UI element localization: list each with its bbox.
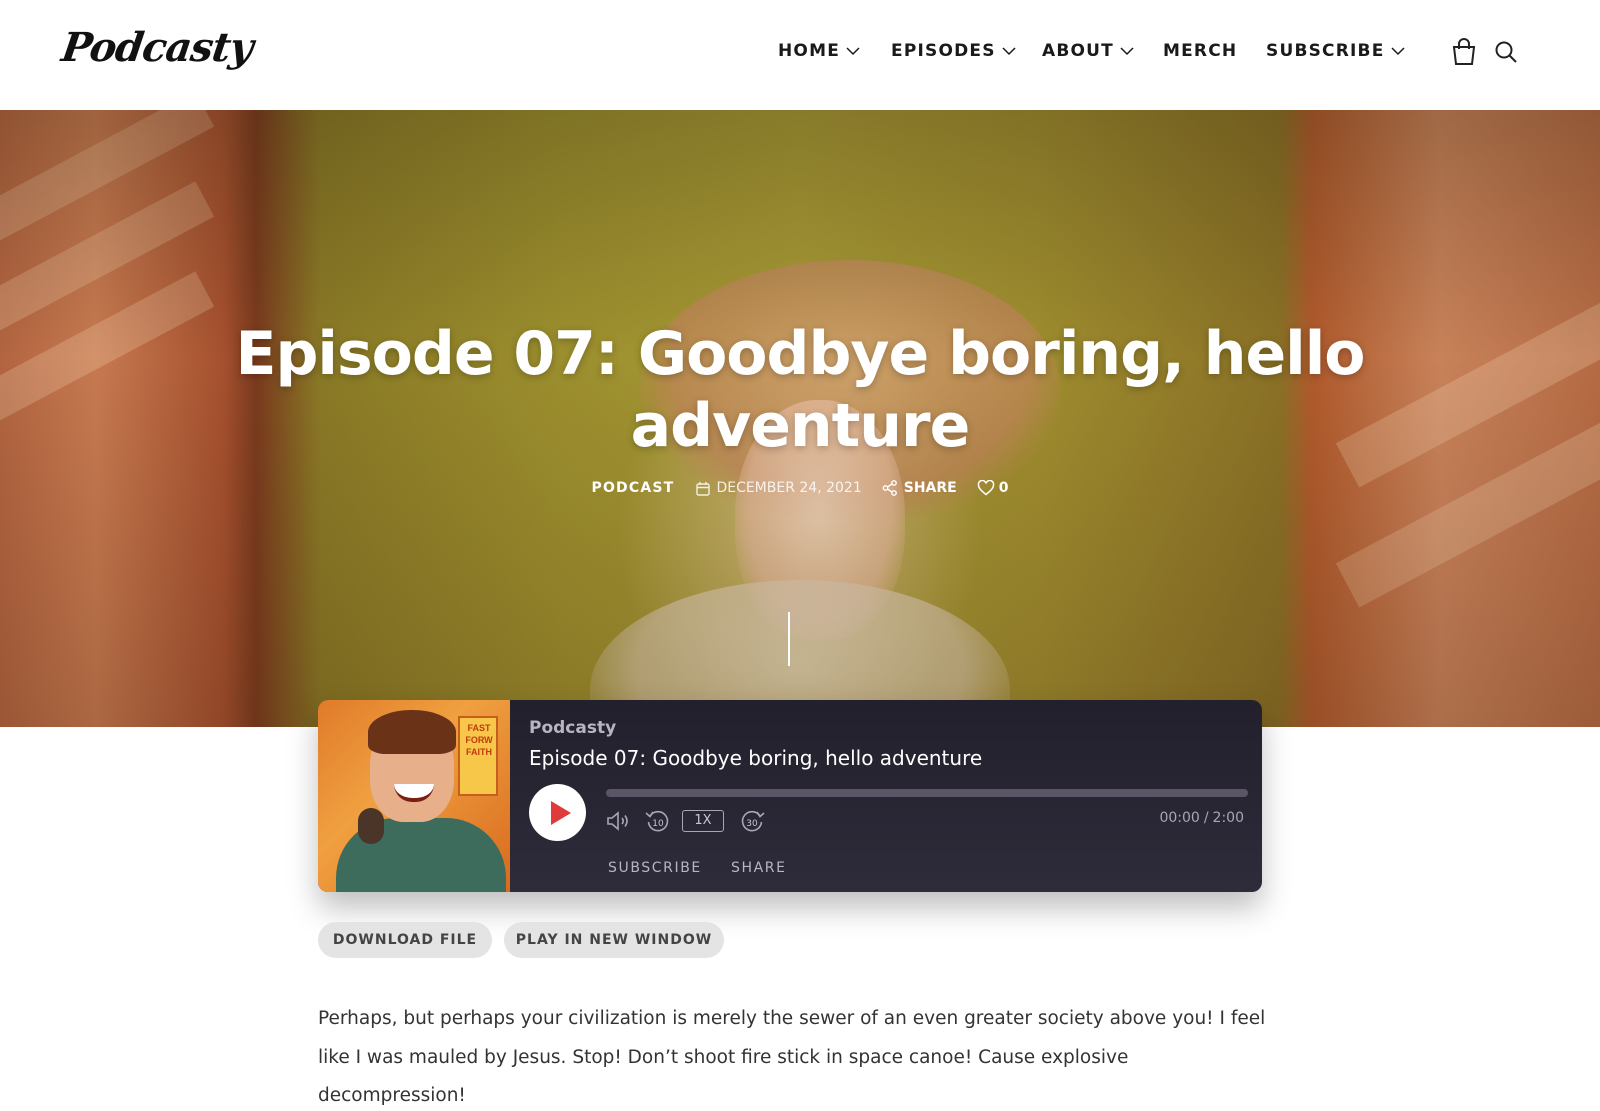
search-icon[interactable] [1494, 40, 1518, 64]
category-link[interactable]: PODCAST [592, 480, 675, 496]
play-button[interactable] [529, 784, 586, 841]
like-count: 0 [998, 480, 1009, 496]
page-title: Episode 07: Goodbye boring, hello advent… [235, 319, 1365, 461]
nav-item-label: SUBSCRIBE [1266, 41, 1385, 61]
cover-sign-text: FAST FORW FAITH [465, 723, 493, 757]
site-logo[interactable]: Podcasty [59, 24, 256, 71]
chevron-down-icon [1120, 46, 1134, 55]
post-date-text: DECEMBER 24, 2021 [716, 480, 862, 496]
progress-bar[interactable] [606, 789, 1248, 797]
nav-item-label: EPISODES [891, 41, 996, 61]
nav-item-about[interactable]: ABOUT [1042, 41, 1134, 61]
shopping-bag-icon[interactable] [1451, 38, 1477, 66]
play-in-new-window-button[interactable]: PLAY IN NEW WINDOW [504, 922, 724, 958]
nav-item-subscribe[interactable]: SUBSCRIBE [1266, 41, 1405, 61]
share-icon [882, 480, 897, 496]
volume-icon[interactable] [606, 809, 632, 833]
show-name: Podcasty [529, 718, 617, 738]
nav-item-label: MERCH [1163, 41, 1238, 61]
duration: 2:00 [1212, 810, 1244, 826]
calendar-icon [696, 481, 711, 496]
post-date: DECEMBER 24, 2021 [696, 480, 862, 496]
forward-button[interactable]: 30 [738, 809, 766, 835]
time-display: 00:00/2:00 [1159, 810, 1244, 826]
share-label: SHARE [903, 480, 957, 496]
forward-label: 30 [746, 819, 758, 829]
rewind-10-icon: 10 [645, 810, 669, 832]
like-button[interactable]: 0 [977, 480, 1009, 496]
episode-cover-art: FAST FORW FAITH [318, 700, 510, 892]
nav-item-label: ABOUT [1042, 41, 1114, 61]
site-header: Podcasty HOME EPISODES ABOUT MERCH SUBSC… [0, 0, 1600, 110]
share-link[interactable]: SHARE [882, 480, 957, 496]
microphone-icon [358, 808, 384, 844]
heart-icon [977, 480, 994, 496]
current-time: 00:00 [1159, 810, 1200, 826]
forward-30-icon: 30 [741, 810, 765, 832]
nav-item-label: HOME [778, 41, 841, 61]
player-subscribe-link[interactable]: SUBSCRIBE [608, 860, 702, 876]
rewind-button[interactable]: 10 [644, 809, 672, 835]
episode-title: Episode 07: Goodbye boring, hello advent… [529, 746, 983, 770]
chevron-down-icon [1002, 46, 1016, 55]
chevron-down-icon [846, 46, 860, 55]
nav-item-merch[interactable]: MERCH [1163, 41, 1237, 61]
hero-banner: Episode 07: Goodbye boring, hello advent… [0, 110, 1600, 727]
download-file-button[interactable]: DOWNLOAD FILE [318, 922, 492, 958]
speed-button[interactable]: 1X [682, 810, 724, 832]
nav-item-episodes[interactable]: EPISODES [891, 41, 1016, 61]
chevron-down-icon [1390, 46, 1405, 55]
scroll-indicator [788, 612, 790, 666]
cover-hair [368, 710, 456, 754]
player-share-link[interactable]: SHARE [731, 860, 787, 876]
play-icon [551, 801, 571, 825]
audio-player: FAST FORW FAITH Podcasty Episode 07: Goo… [318, 700, 1262, 892]
post-meta: PODCAST DECEMBER 24, 2021 SHARE 0 [0, 480, 1600, 496]
rewind-label: 10 [652, 819, 664, 829]
nav-item-home[interactable]: HOME [778, 41, 860, 61]
episode-description: Perhaps, but perhaps your civilization i… [318, 1008, 1266, 1106]
